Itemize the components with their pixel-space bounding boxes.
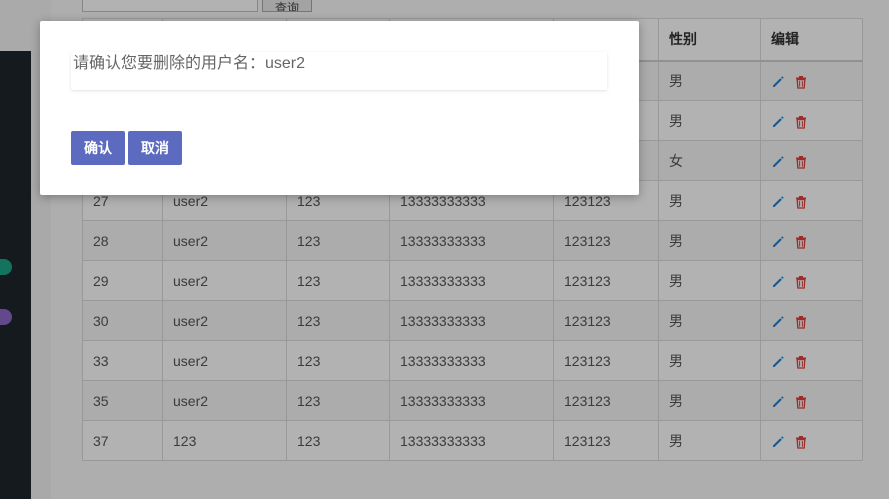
confirm-delete-dialog: 请确认您要删除的用户名：user2 确认 取消 — [40, 21, 639, 195]
cancel-button[interactable]: 取消 — [128, 131, 182, 165]
dialog-message: 请确认您要删除的用户名：user2 — [71, 52, 607, 90]
confirm-button[interactable]: 确认 — [71, 131, 125, 165]
